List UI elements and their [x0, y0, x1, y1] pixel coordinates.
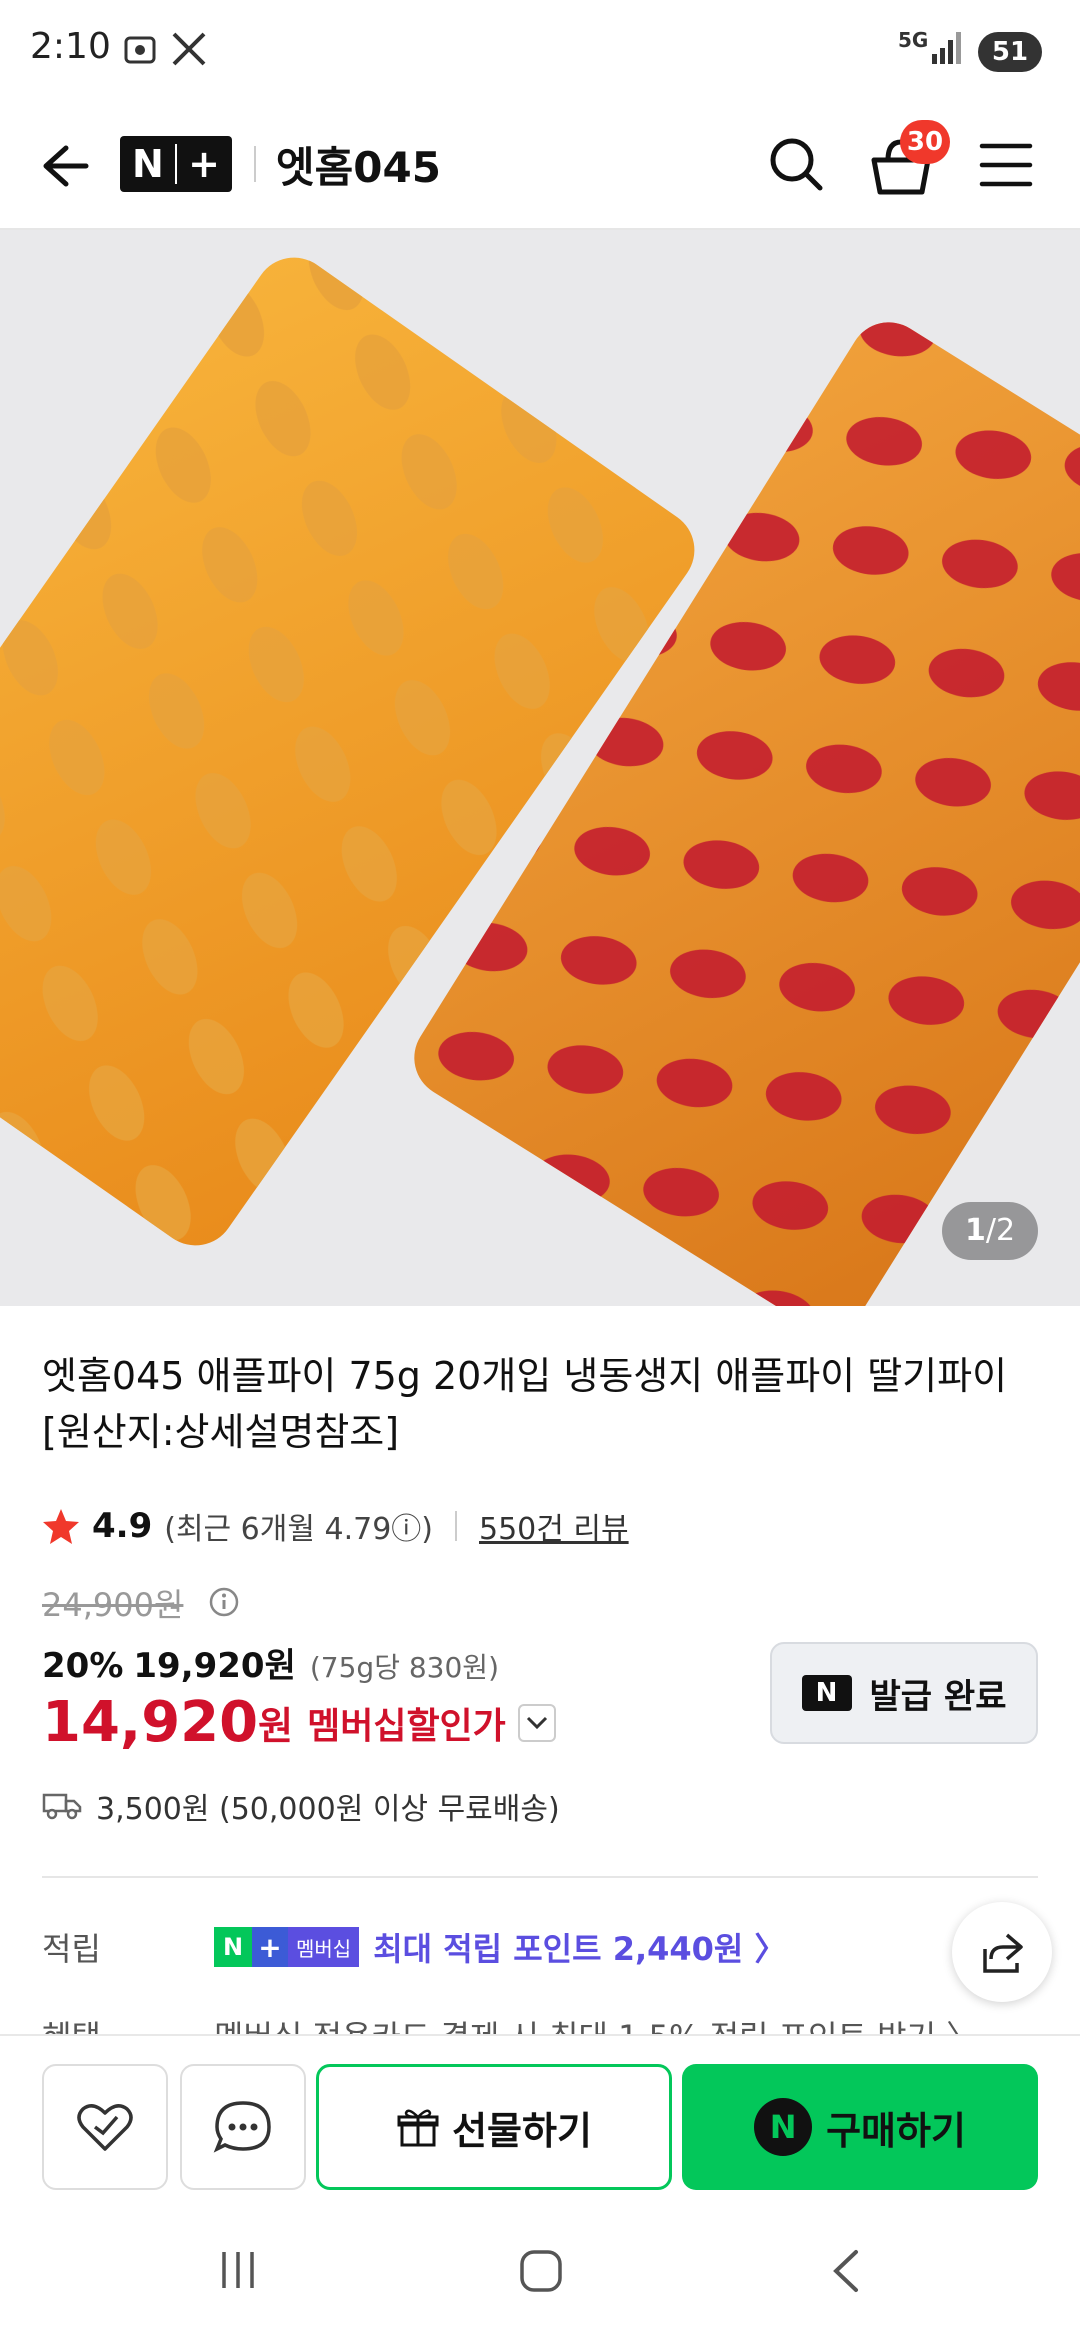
battery-indicator: 51: [978, 32, 1042, 72]
rating-row: 4.9 (최근 6개월 4.79ⓘ) 550건 리뷰: [42, 1504, 629, 1548]
system-back-button[interactable]: [826, 2248, 866, 2298]
coupon-issued-button[interactable]: N 발급 완료: [770, 1642, 1038, 1744]
nplus-membership-badge: N + 멤버십: [214, 1927, 360, 1967]
system-navigation-bar: [0, 2204, 1080, 2340]
home-icon: [520, 2250, 562, 2292]
sale-price: 19,920원: [133, 1646, 296, 1686]
benefit-row[interactable]: 혜택멤버십 적용카드 결제 시 최대 1.5% 적립 포인트 받기 〉: [42, 2012, 1042, 2034]
cart-count-badge: 30: [900, 120, 950, 164]
chat-bubble-icon: [213, 2101, 271, 2153]
share-button[interactable]: [952, 1902, 1052, 2002]
arrow-left-icon: [43, 145, 89, 187]
product-title: 엣홈045 애플파이 75g 20개입 냉동생지 애플파이 딸기파이 [원산지:…: [42, 1354, 1008, 1454]
star-icon: [43, 1509, 79, 1544]
recent-rating[interactable]: (최근 6개월 4.79ⓘ): [164, 1504, 433, 1548]
back-button[interactable]: [36, 138, 92, 194]
points-label: 적립: [42, 1930, 101, 1968]
membership-price: 14,920: [42, 1690, 259, 1755]
divider: [254, 146, 256, 182]
wishlist-button[interactable]: [42, 2064, 168, 2190]
original-price: 24,900원: [42, 1586, 184, 1624]
product-image-carousel[interactable]: [0, 230, 1080, 1306]
delivery-truck-icon: [42, 1793, 82, 1820]
search-icon: [770, 138, 823, 191]
chevron-down-icon[interactable]: [517, 1703, 556, 1742]
purchase-action-bar: 선물하기 N 구매하기: [0, 2034, 1080, 2206]
gift-button[interactable]: 선물하기: [316, 2064, 672, 2190]
menu-button[interactable]: [978, 140, 1034, 190]
x-app-icon: [170, 30, 208, 72]
signal-icon: [930, 30, 966, 70]
chevron-left-icon: [833, 2250, 858, 2292]
hamburger-menu-icon: [979, 143, 1033, 187]
top-app-bar: N + 엣홈045 30: [0, 100, 1080, 230]
recent-apps-icon: [222, 2252, 254, 2288]
shipping-info: 3,500원 (50,000원 이상 무료배송): [42, 1784, 560, 1828]
rating-score: 4.9: [92, 1506, 153, 1546]
discount-rate: 20%: [42, 1646, 124, 1686]
membership-price-label: 멤버십할인가: [307, 1705, 506, 1747]
heart-check-icon: [77, 2104, 133, 2151]
benefit-link[interactable]: 멤버십 적용카드 결제 시 최대 1.5% 적립 포인트 받기 〉: [214, 2018, 978, 2034]
search-button[interactable]: [766, 134, 826, 194]
network-type: 5G: [898, 28, 929, 52]
buy-now-button[interactable]: N 구매하기: [682, 2064, 1038, 2190]
image-page-indicator: 1/2: [942, 1202, 1038, 1260]
talk-chat-button[interactable]: [180, 2064, 306, 2190]
share-icon: [983, 1933, 1023, 1973]
discount-row: 20% 19,920원 (75g당 830원): [42, 1638, 499, 1687]
max-points-link[interactable]: 최대 적립 포인트 2,440원 〉: [373, 1924, 786, 1970]
store-name[interactable]: 엣홈045: [276, 134, 441, 195]
membership-price-row: 14,920 원 멤버십할인가: [42, 1690, 556, 1755]
unit-price: (75g당 830원): [309, 1651, 499, 1684]
recent-apps-button[interactable]: [216, 2248, 260, 2296]
home-button[interactable]: [518, 2248, 564, 2298]
status-time: 2:10: [30, 26, 111, 67]
screenshot-icon: [120, 30, 160, 74]
price-info-icon[interactable]: [208, 1586, 240, 1622]
status-bar: 2:10 5G 51: [0, 0, 1080, 100]
naver-plus-logo[interactable]: N +: [120, 136, 232, 192]
benefit-label: 혜택: [42, 2012, 214, 2034]
points-row[interactable]: 적립 N + 멤버십 최대 적립 포인트 2,440원 〉: [42, 1924, 787, 1970]
gift-icon: [397, 2109, 439, 2147]
product-photo: [0, 257, 1080, 1306]
divider: [42, 1876, 1038, 1878]
naver-pay-icon: N: [754, 2098, 813, 2156]
review-count-link[interactable]: 550건 리뷰: [479, 1504, 629, 1548]
naver-n-icon: N: [801, 1675, 852, 1711]
